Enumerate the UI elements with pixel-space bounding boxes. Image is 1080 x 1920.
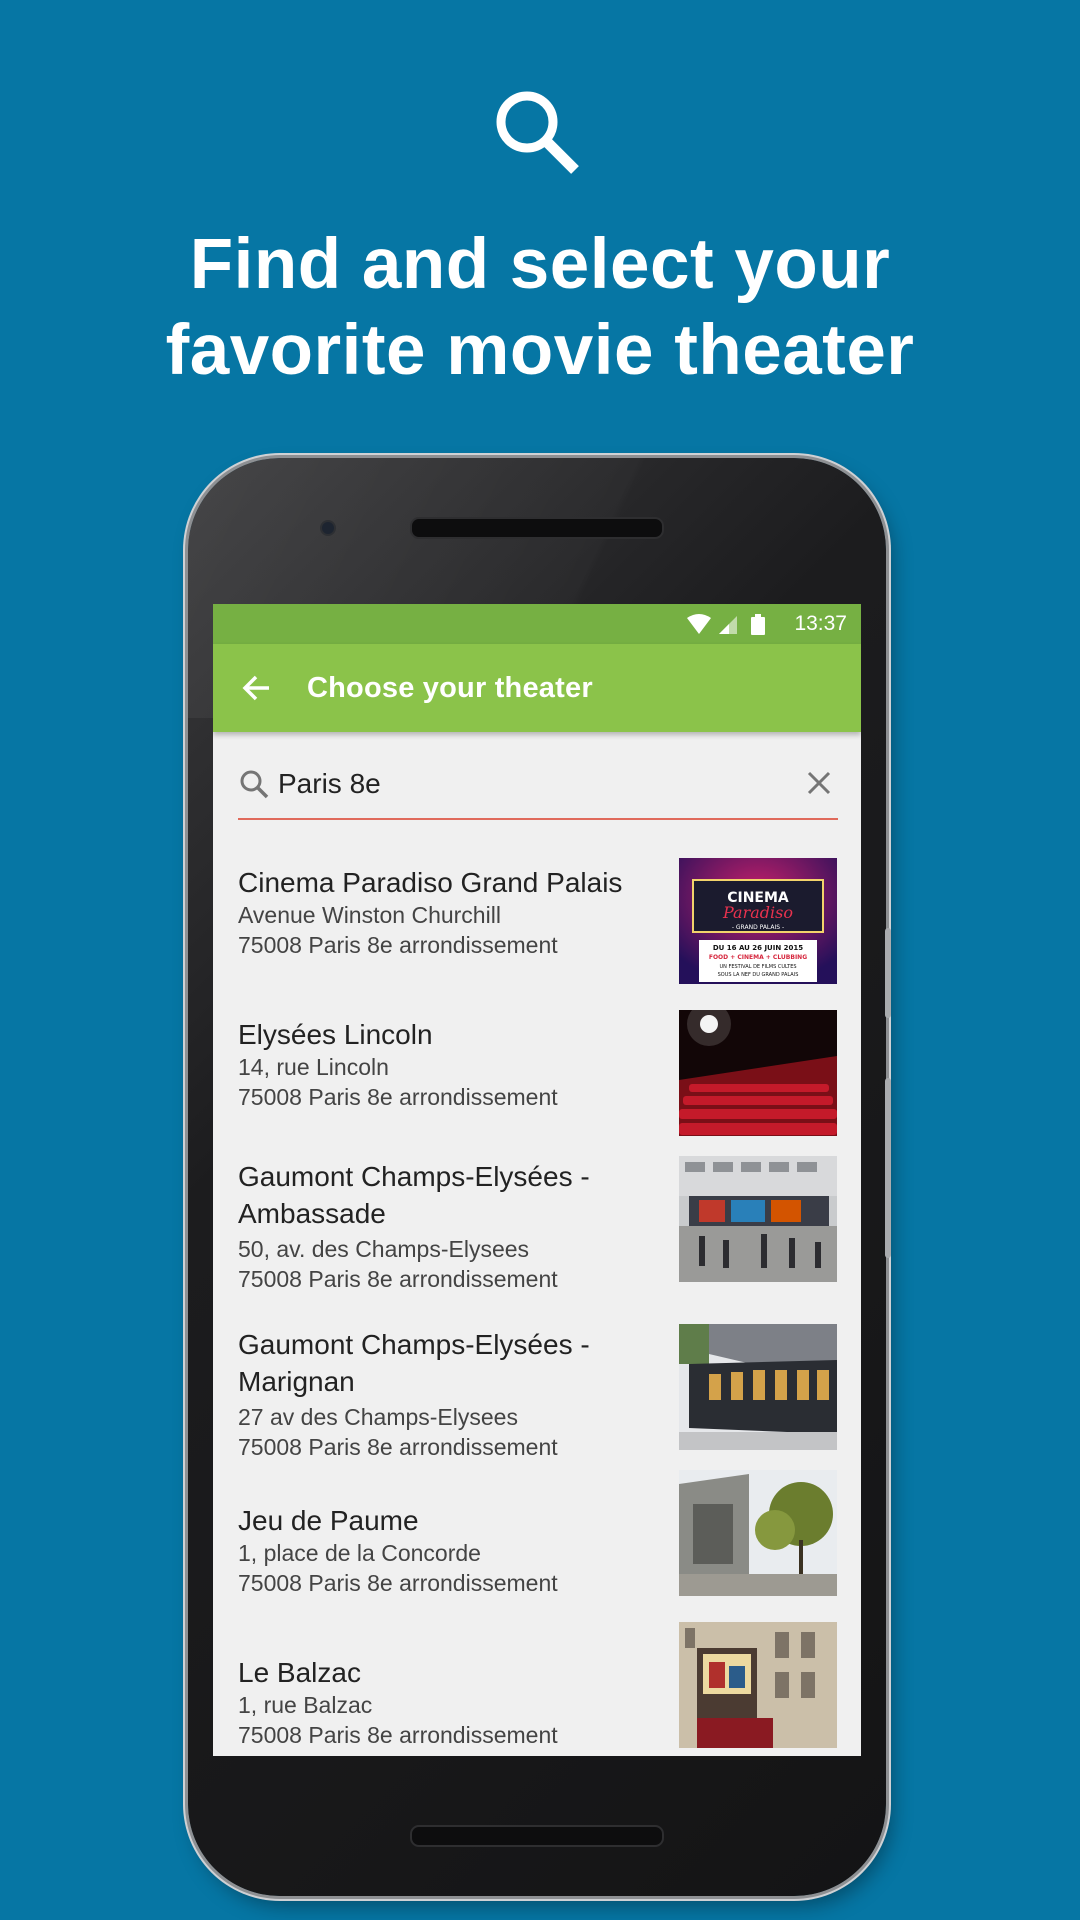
status-bar: 13:37 xyxy=(213,604,861,644)
battery-icon xyxy=(751,614,765,635)
theater-street: 27 av des Champs-Elysees xyxy=(238,1404,518,1430)
headline: Find and select your favorite movie thea… xyxy=(0,222,1080,394)
status-time: 13:37 xyxy=(794,612,847,635)
status-icons xyxy=(687,614,765,635)
theater-thumbnail xyxy=(679,1010,837,1136)
theater-thumbnail xyxy=(679,1156,837,1282)
poster-word-2: Paradiso xyxy=(722,903,793,922)
magnifier-hero-icon xyxy=(496,91,579,174)
theater-street: 14, rue Lincoln xyxy=(238,1054,389,1080)
wifi-icon xyxy=(687,614,711,634)
headline-line-1: Find and select your xyxy=(189,225,891,304)
theater-name-line-1: Gaumont Champs-Elysées - xyxy=(238,1329,590,1360)
app-bar: Choose your theater xyxy=(213,644,861,732)
poster-festival: UN FESTIVAL DE FILMS CULTES xyxy=(719,964,796,970)
theater-city: 75008 Paris 8e arrondissement xyxy=(238,1570,558,1596)
theater-thumbnail xyxy=(679,1324,837,1450)
theater-street: 50, av. des Champs-Elysees xyxy=(238,1236,530,1262)
theater-street: 1, rue Balzac xyxy=(238,1692,373,1718)
bottom-speaker xyxy=(410,1825,664,1847)
theater-name: Elysées Lincoln xyxy=(238,1019,433,1050)
arrow-back-icon[interactable] xyxy=(235,666,279,710)
theater-item[interactable]: Elysées Lincoln 14, rue Lincoln 75008 Pa… xyxy=(213,1010,861,1156)
theater-thumbnail xyxy=(679,1622,837,1748)
power-button xyxy=(885,1078,891,1258)
theater-name-line-2: Marignan xyxy=(238,1366,355,1397)
search-bar xyxy=(238,754,838,820)
phone-frame: 13:37 Choose your theater Cinema Pa xyxy=(188,458,891,1896)
theater-name: Jeu de Paume xyxy=(238,1505,419,1536)
theater-city: 75008 Paris 8e arrondissement xyxy=(238,1084,558,1110)
theater-name: Le Balzac xyxy=(238,1657,361,1688)
theater-thumbnail xyxy=(679,1470,837,1596)
poster-word-3: - GRAND PALAIS - xyxy=(732,924,784,931)
theater-name-line-1: Gaumont Champs-Elysées - xyxy=(238,1161,590,1192)
top-speaker xyxy=(410,517,664,539)
app-bar-title: Choose your theater xyxy=(307,672,593,704)
theater-item[interactable]: Gaumont Champs-Elysées - Marignan 27 av … xyxy=(213,1324,861,1486)
theater-item[interactable]: Le Balzac 1, rue Balzac 75008 Paris 8e a… xyxy=(213,1622,861,1756)
theater-name: Cinema Paradiso Grand Palais xyxy=(238,867,623,898)
theater-city: 75008 Paris 8e arrondissement xyxy=(238,1722,558,1748)
search-icon xyxy=(240,770,269,799)
close-icon[interactable] xyxy=(804,768,834,798)
theater-city: 75008 Paris 8e arrondissement xyxy=(238,1434,558,1460)
search-input[interactable] xyxy=(278,764,758,804)
theater-city: 75008 Paris 8e arrondissement xyxy=(238,1266,558,1292)
theater-thumbnail: CINEMA Paradiso - GRAND PALAIS - DU 16 A… xyxy=(679,858,837,984)
theater-item[interactable]: Jeu de Paume 1, place de la Concorde 750… xyxy=(213,1470,861,1642)
front-camera xyxy=(320,520,336,536)
theater-item[interactable]: Gaumont Champs-Elysées - Ambassade 50, a… xyxy=(213,1156,861,1318)
theater-street: Avenue Winston Churchill xyxy=(238,902,501,928)
phone-screen: 13:37 Choose your theater Cinema Pa xyxy=(213,604,861,1756)
poster-dates: DU 16 AU 26 JUIN 2015 xyxy=(713,944,803,952)
theater-city: 75008 Paris 8e arrondissement xyxy=(238,932,558,958)
headline-line-2: favorite movie theater xyxy=(165,311,915,390)
theater-street: 1, place de la Concorde xyxy=(238,1540,481,1566)
poster-venue: SOUS LA NEF DU GRAND PALAIS xyxy=(718,972,799,978)
theater-item[interactable]: Cinema Paradiso Grand Palais Avenue Wins… xyxy=(213,858,861,1004)
poster-tagline: FOOD + CINEMA + CLUBBING xyxy=(709,954,807,961)
theater-name-line-2: Ambassade xyxy=(238,1198,386,1229)
volume-button xyxy=(885,928,891,1018)
